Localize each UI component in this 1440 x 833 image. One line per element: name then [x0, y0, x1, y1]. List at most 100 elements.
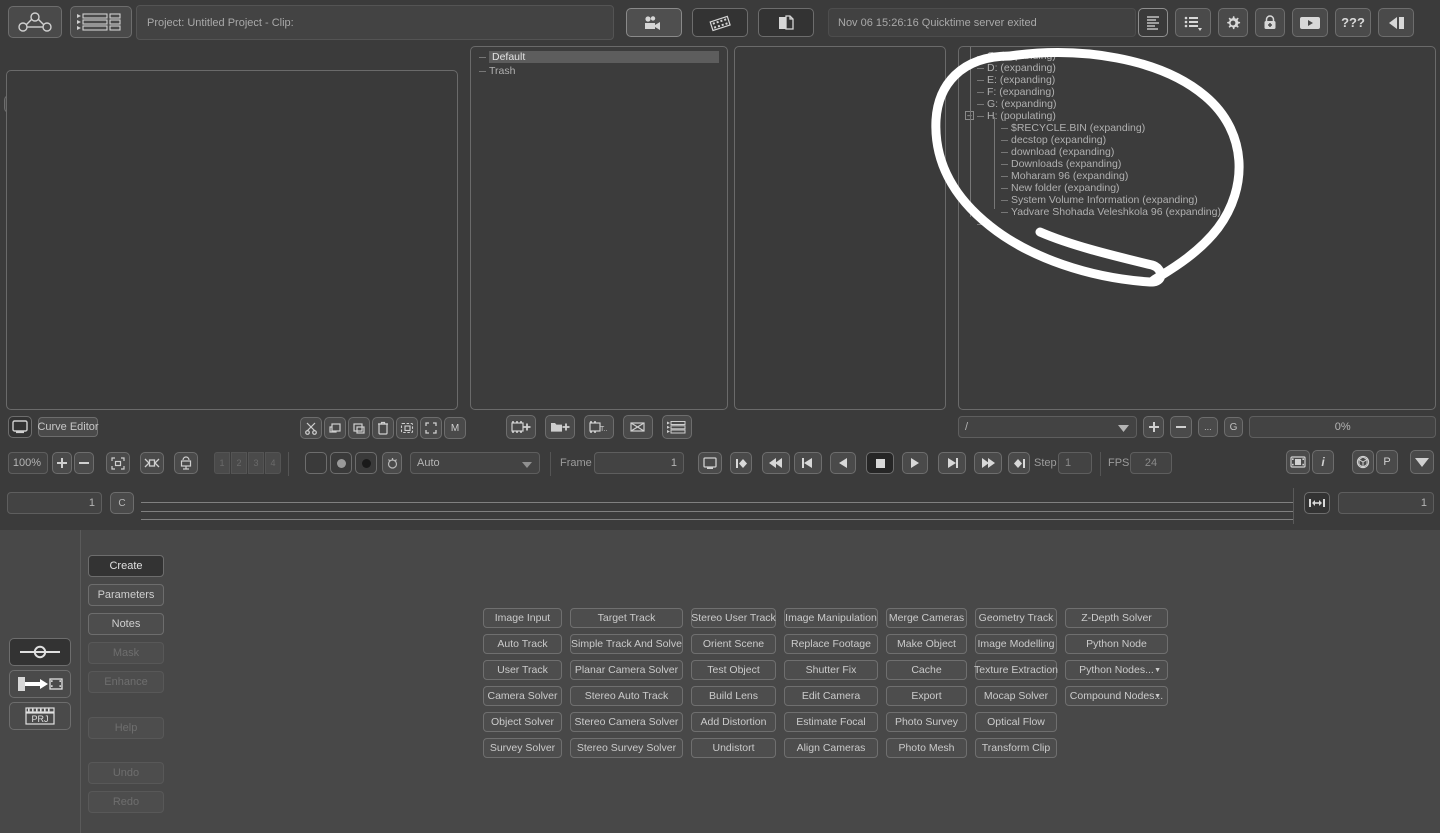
- help-icon[interactable]: ???: [1335, 8, 1371, 37]
- timeline-start-field[interactable]: 1: [7, 492, 102, 514]
- node-button-z-depth-solver[interactable]: Z-Depth Solver: [1065, 608, 1168, 628]
- path-dropdown[interactable]: /: [958, 416, 1137, 438]
- step-forward-icon[interactable]: [938, 452, 966, 474]
- mode-button-redo[interactable]: Redo: [88, 791, 164, 813]
- node-button-optical-flow[interactable]: Optical Flow: [975, 712, 1057, 732]
- node-button-target-track[interactable]: Target Track: [570, 608, 683, 628]
- rewind-icon[interactable]: [762, 452, 790, 474]
- mode-button-help[interactable]: Help: [88, 717, 164, 739]
- fit-image-icon[interactable]: [106, 452, 130, 474]
- gear-icon[interactable]: [1218, 8, 1248, 37]
- project-icon[interactable]: PRJ: [9, 702, 71, 730]
- copy-file-icon[interactable]: [758, 8, 814, 37]
- delete-clip-icon[interactable]: [623, 415, 653, 439]
- node-button-simple-track-and-solve[interactable]: Simple Track And Solve: [570, 634, 683, 654]
- node-button-add-distortion[interactable]: Add Distortion: [691, 712, 776, 732]
- color-wheel-icon[interactable]: [382, 452, 402, 474]
- fps-field[interactable]: 24: [1130, 452, 1172, 474]
- p-icon[interactable]: P: [1376, 450, 1398, 474]
- node-button-align-cameras[interactable]: Align Cameras: [784, 738, 878, 758]
- file-tree-node[interactable]: Downloads (expanding): [967, 158, 1435, 170]
- lock-add-icon[interactable]: [1255, 8, 1285, 37]
- list-view-icon[interactable]: [70, 6, 132, 38]
- mode-button-undo[interactable]: Undo: [88, 762, 164, 784]
- shots-tree[interactable]: Default Trash: [471, 47, 727, 77]
- node-button-stereo-camera-solver[interactable]: Stereo Camera Solver: [570, 712, 683, 732]
- node-button-export[interactable]: Export: [886, 686, 967, 706]
- clip-list-icon[interactable]: [662, 415, 692, 439]
- play-icon[interactable]: [1292, 8, 1328, 37]
- keyframe-end-icon[interactable]: [1008, 452, 1030, 474]
- node-button-make-object[interactable]: Make Object: [886, 634, 967, 654]
- film-strip-icon[interactable]: [1286, 450, 1310, 474]
- node-button-object-solver[interactable]: Object Solver: [483, 712, 562, 732]
- export-clip-icon[interactable]: [9, 670, 71, 698]
- node-button-image-manipulation[interactable]: Image Manipulation: [784, 608, 878, 628]
- file-tree-node[interactable]: I:: [967, 218, 1435, 230]
- keyframe-track-icon[interactable]: [9, 638, 71, 666]
- zoom-field[interactable]: 100%: [8, 452, 48, 474]
- monitor-frame-icon[interactable]: [698, 452, 722, 474]
- monitor-icon[interactable]: [8, 416, 32, 438]
- rename-clip-icon[interactable]: T..: [584, 415, 614, 439]
- add-path-button[interactable]: [1142, 416, 1165, 438]
- mode-button-notes[interactable]: Notes: [88, 613, 164, 635]
- fit-icon[interactable]: [420, 417, 442, 439]
- node-button-planar-camera-solver[interactable]: Planar Camera Solver: [570, 660, 683, 680]
- node-button-merge-cameras[interactable]: Merge Cameras: [886, 608, 967, 628]
- color-swatch-dark-dot[interactable]: [355, 452, 377, 474]
- mask-toggle-icon[interactable]: [140, 452, 164, 474]
- node-button-mocap-solver[interactable]: Mocap Solver: [975, 686, 1057, 706]
- shots-pane[interactable]: Default Trash: [470, 46, 728, 410]
- node-button-photo-mesh[interactable]: Photo Mesh: [886, 738, 967, 758]
- file-tree-node[interactable]: System Volume Information (expanding): [967, 194, 1435, 206]
- play-reverse-icon[interactable]: [830, 452, 856, 474]
- add-clip-icon[interactable]: [506, 415, 536, 439]
- node-button-undistort[interactable]: Undistort: [691, 738, 776, 758]
- file-tree-node[interactable]: E: (expanding): [967, 74, 1435, 86]
- node-button-photo-survey[interactable]: Photo Survey: [886, 712, 967, 732]
- color-swatch-light-dot[interactable]: [330, 452, 352, 474]
- cameras-icon[interactable]: [626, 8, 682, 37]
- play-forward-icon[interactable]: [902, 452, 928, 474]
- timeline-end-field[interactable]: 1: [1338, 492, 1434, 514]
- file-tree-node[interactable]: G: (expanding): [967, 98, 1435, 110]
- node-button-image-modelling[interactable]: Image Modelling: [975, 634, 1057, 654]
- exit-icon[interactable]: [1378, 8, 1414, 37]
- channel-3-button[interactable]: 3: [248, 452, 264, 474]
- file-tree-node[interactable]: C: (expanding): [967, 50, 1435, 62]
- mode-button-parameters[interactable]: Parameters: [88, 584, 164, 606]
- more-path-button[interactable]: ...: [1198, 417, 1218, 437]
- node-button-stereo-auto-track[interactable]: Stereo Auto Track: [570, 686, 683, 706]
- node-button-survey-solver[interactable]: Survey Solver: [483, 738, 562, 758]
- mode-button-mask[interactable]: Mask: [88, 642, 164, 664]
- node-button-python-nodes[interactable]: Python Nodes... ▼: [1065, 660, 1168, 680]
- list-menu-icon[interactable]: [1175, 8, 1211, 37]
- channel-4-button[interactable]: 4: [265, 452, 281, 474]
- node-button-image-input[interactable]: Image Input: [483, 608, 562, 628]
- file-tree-node[interactable]: D: (expanding): [967, 62, 1435, 74]
- node-button-stereo-user-track[interactable]: Stereo User Track: [691, 608, 776, 628]
- node-button-texture-extraction[interactable]: Texture Extraction: [974, 660, 1058, 680]
- mode-button-create[interactable]: Create: [88, 555, 164, 577]
- file-tree-node[interactable]: Moharam 96 (expanding): [967, 170, 1435, 182]
- color-swatch-plain[interactable]: [305, 452, 327, 474]
- file-tree-node[interactable]: decstop (expanding): [967, 134, 1435, 146]
- curve-editor-button[interactable]: Curve Editor: [37, 417, 99, 437]
- fast-forward-icon[interactable]: [974, 452, 1002, 474]
- node-button-stereo-survey-solver[interactable]: Stereo Survey Solver: [570, 738, 683, 758]
- preview-pane[interactable]: [734, 46, 946, 410]
- node-button-python-node[interactable]: Python Node: [1065, 634, 1168, 654]
- shots-item-trash[interactable]: Trash: [477, 65, 727, 77]
- remove-path-button[interactable]: [1170, 416, 1193, 438]
- overlay-icon[interactable]: [174, 452, 198, 474]
- node-button-edit-camera[interactable]: Edit Camera: [784, 686, 878, 706]
- node-button-replace-footage[interactable]: Replace Footage: [784, 634, 878, 654]
- group-node-icon[interactable]: [396, 417, 418, 439]
- add-folder-icon[interactable]: [545, 415, 575, 439]
- channel-1-button[interactable]: 1: [214, 452, 230, 474]
- zoom-in-button[interactable]: [52, 452, 72, 474]
- file-tree-node[interactable]: New folder (expanding): [967, 182, 1435, 194]
- mode-button-enhance[interactable]: Enhance: [88, 671, 164, 693]
- info-icon[interactable]: i: [1312, 450, 1334, 474]
